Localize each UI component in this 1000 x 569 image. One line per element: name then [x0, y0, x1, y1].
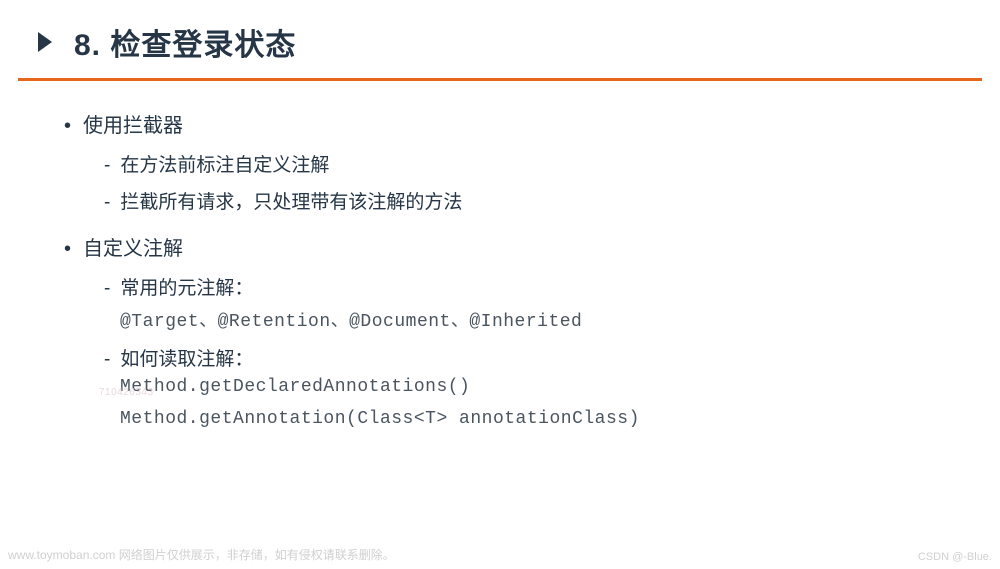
dash-icon: - [104, 155, 110, 177]
triangle-bullet-icon [38, 32, 52, 52]
footer-watermark-left: www.toymoban.com 网络图片仅供展示，非存储，如有侵权请联系删除。 [8, 546, 395, 563]
code-line: Method.getDeclaredAnnotations() [120, 377, 1000, 397]
slide-content: • 使用拦截器 - 在方法前标注自定义注解 - 拦截所有请求，只处理带有该注解的… [0, 81, 1000, 429]
bullet-item: • 使用拦截器 [64, 109, 1000, 138]
sub-item-text: 在方法前标注自定义注解 [120, 150, 329, 177]
sub-item-text: 常用的元注解： [120, 273, 253, 300]
sub-item: - 在方法前标注自定义注解 [104, 150, 1000, 177]
footer-watermark-right: CSDN @-Blue. [918, 551, 992, 563]
bullet-item: • 自定义注解 [64, 232, 1000, 261]
code-line: Method.getAnnotation(Class<T> annotation… [120, 409, 1000, 429]
slide-header: 8. 检查登录状态 [0, 0, 1000, 78]
bullet-label: 使用拦截器 [83, 109, 183, 138]
bullet-label: 自定义注解 [83, 232, 183, 261]
dash-icon: - [104, 349, 110, 371]
dash-icon: - [104, 278, 110, 300]
sub-item: - 常用的元注解： [104, 273, 1000, 300]
section-interceptor: • 使用拦截器 - 在方法前标注自定义注解 - 拦截所有请求，只处理带有该注解的… [64, 109, 1000, 214]
watermark-id: 710426343 [99, 387, 154, 398]
bullet-dot-icon: • [64, 116, 71, 136]
sub-item-text: 拦截所有请求，只处理带有该注解的方法 [120, 187, 462, 214]
bullet-dot-icon: • [64, 239, 71, 259]
sub-item: - 如何读取注解： [104, 344, 1000, 371]
section-annotation: • 自定义注解 - 常用的元注解： @Target、@Retention、@Do… [64, 232, 1000, 429]
sub-item: - 拦截所有请求，只处理带有该注解的方法 [104, 187, 1000, 214]
dash-icon: - [104, 192, 110, 214]
code-line: @Target、@Retention、@Document、@Inherited [120, 306, 1000, 332]
sub-item-text: 如何读取注解： [120, 344, 253, 371]
slide-title: 8. 检查登录状态 [74, 20, 296, 64]
